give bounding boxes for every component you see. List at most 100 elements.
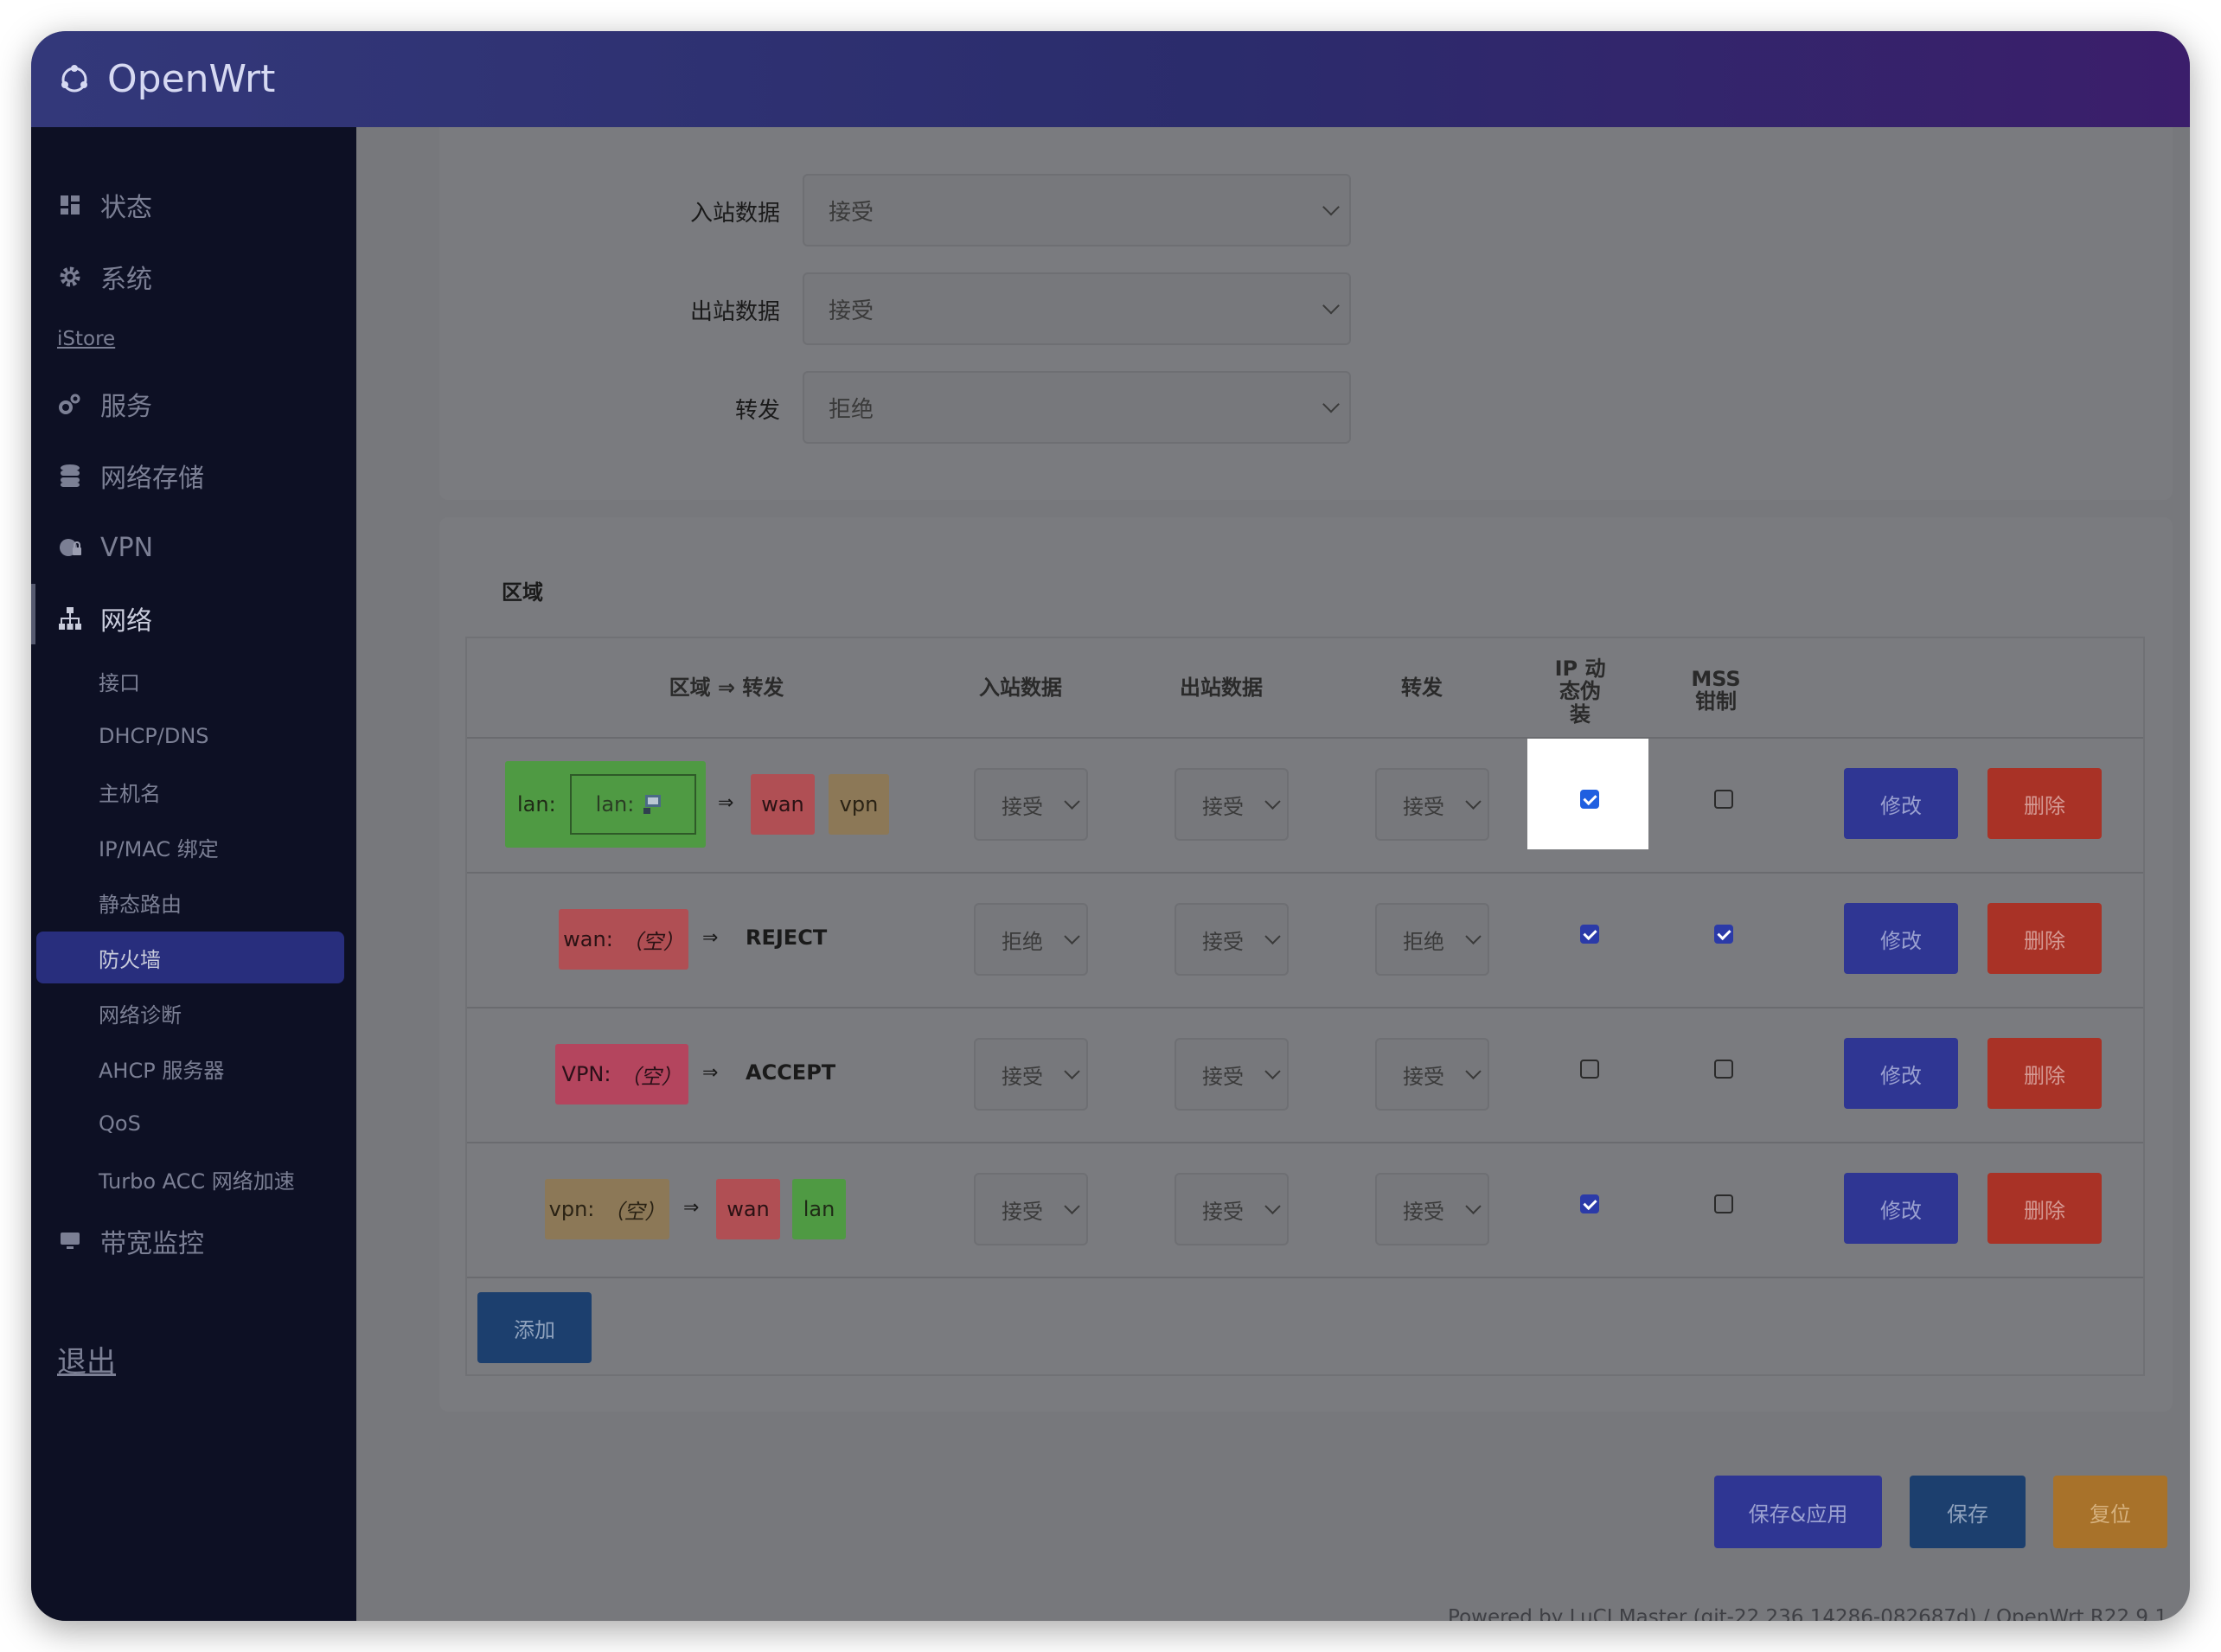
default-output-select[interactable]: 接受 — [803, 272, 1351, 345]
dashboard-icon — [57, 192, 83, 218]
add-zone-button[interactable]: 添加 — [477, 1292, 592, 1363]
mss-clamp-checkbox[interactable] — [1714, 1194, 1733, 1213]
edit-button[interactable]: 修改 — [1844, 903, 1958, 974]
sidebar-item-bandwidth[interactable]: 带宽监控 — [57, 1215, 204, 1267]
sidebar-subitem-hostnames[interactable]: 主机名 — [99, 765, 161, 817]
chevron-down-icon — [1465, 928, 1482, 944]
sidebar-item-label: 带宽监控 — [100, 1229, 204, 1259]
zone-forward-select[interactable]: 接受 — [1375, 1038, 1489, 1111]
ethernet-icon — [643, 795, 662, 814]
col-header-masquerade: IP 动态伪装 — [1554, 656, 1606, 727]
masquerade-checkbox[interactable] — [1580, 1194, 1599, 1213]
masquerade-checkbox[interactable] — [1580, 1060, 1599, 1079]
sitemap-icon — [57, 605, 83, 631]
zone-output-select[interactable]: 接受 — [1175, 1173, 1289, 1245]
edit-button[interactable]: 修改 — [1844, 1038, 1958, 1109]
sidebar-item-vpn[interactable]: VPN — [57, 522, 153, 573]
sidebar-subitem-diagnostics[interactable]: 网络诊断 — [99, 987, 182, 1039]
zone-forward-select[interactable]: 接受 — [1375, 1173, 1489, 1245]
sidebar-item-label: VPN — [100, 532, 154, 563]
top-header: OpenWrt — [31, 31, 2190, 127]
chevron-down-icon — [1264, 928, 1281, 944]
col-header-forward: 转发 — [1401, 676, 1443, 700]
chevron-down-icon — [1465, 1063, 1482, 1079]
chevron-down-icon — [1264, 793, 1281, 810]
sidebar-item-network[interactable]: 网络 — [57, 592, 152, 644]
brand-title: OpenWrt — [107, 57, 276, 101]
masquerade-checkbox[interactable] — [1580, 925, 1599, 944]
sidebar-item-system[interactable]: 系统 — [57, 251, 152, 303]
sidebar-item-istore[interactable]: iStore — [57, 328, 115, 350]
sidebar: 状态 系统 iStore 服务 网络存储 VPN 网络 接口 DHCP/DNS … — [31, 127, 356, 1621]
zone-forward-select[interactable]: 拒绝 — [1375, 903, 1489, 976]
default-forward-select[interactable]: 拒绝 — [803, 371, 1351, 444]
zone-input-select[interactable]: 接受 — [974, 768, 1088, 841]
col-header-mss-clamp: MSS 钳制 — [1691, 667, 1741, 714]
edit-button[interactable]: 修改 — [1844, 768, 1958, 839]
database-icon — [57, 463, 83, 489]
zone-output-select[interactable]: 接受 — [1175, 1038, 1289, 1111]
sidebar-subitem-ahcp[interactable]: AHCP 服务器 — [99, 1042, 224, 1094]
divider — [467, 1007, 2143, 1008]
delete-button[interactable]: 删除 — [1987, 768, 2102, 839]
zone-badge-vpn: vpn: （空） — [545, 1179, 669, 1239]
delete-button[interactable]: 删除 — [1987, 1038, 2102, 1109]
reset-button[interactable]: 复位 — [2053, 1476, 2167, 1548]
zone-input-select[interactable]: 接受 — [974, 1173, 1088, 1245]
sidebar-subitem-ip-mac-binding[interactable]: IP/MAC 绑定 — [99, 821, 219, 873]
dest-badge-wan: wan — [716, 1179, 780, 1239]
sidebar-item-label: 网络存储 — [100, 464, 204, 494]
col-header-zone-forward: 区域 ⇒ 转发 — [669, 676, 784, 700]
edit-button[interactable]: 修改 — [1844, 1173, 1958, 1244]
sidebar-item-label: 状态 — [100, 193, 152, 223]
chevron-down-icon — [1264, 1198, 1281, 1214]
chevron-down-icon — [1322, 297, 1340, 315]
logout-link[interactable]: 退出 — [57, 1338, 116, 1380]
zone-forward-select[interactable]: 接受 — [1375, 768, 1489, 841]
zone-input-select[interactable]: 接受 — [974, 1038, 1088, 1111]
zone-output-select[interactable]: 接受 — [1175, 768, 1289, 841]
sidebar-subitem-firewall[interactable]: 防火墙 — [36, 932, 344, 983]
zone-input-select[interactable]: 拒绝 — [974, 903, 1088, 976]
sidebar-subitem-turbo-acc[interactable]: Turbo ACC 网络加速 — [99, 1153, 295, 1205]
brand[interactable]: OpenWrt — [57, 31, 275, 127]
default-input-select[interactable]: 接受 — [803, 174, 1351, 247]
zone-output-select[interactable]: 接受 — [1175, 903, 1289, 976]
delete-button[interactable]: 删除 — [1987, 903, 2102, 974]
forward-arrow: ⇒ — [683, 1197, 700, 1219]
save-button[interactable]: 保存 — [1910, 1476, 2026, 1548]
forward-arrow: ⇒ — [702, 927, 719, 949]
chevron-down-icon — [1322, 198, 1340, 216]
mss-clamp-checkbox[interactable] — [1714, 1060, 1733, 1079]
mss-clamp-checkbox[interactable] — [1714, 925, 1733, 944]
forward-arrow: ⇒ — [718, 792, 734, 814]
zone-badge-lan: lan: lan: — [505, 761, 706, 848]
forward-arrow: ⇒ — [702, 1062, 719, 1084]
gears-icon — [57, 391, 83, 417]
sidebar-subitem-qos[interactable]: QoS — [99, 1098, 141, 1149]
mss-clamp-checkbox[interactable] — [1714, 790, 1733, 809]
zones-section-title: 区域 — [502, 580, 543, 605]
zone-badge-wan: wan: （空） — [559, 909, 688, 970]
active-indicator — [31, 584, 35, 644]
network-badge: lan: — [569, 774, 696, 835]
col-header-input: 入站数据 — [979, 676, 1062, 700]
gear-icon — [57, 264, 83, 290]
sidebar-item-status[interactable]: 状态 — [57, 179, 152, 231]
save-apply-button[interactable]: 保存&应用 — [1714, 1476, 1882, 1548]
masquerade-checkbox[interactable] — [1580, 790, 1599, 809]
chevron-down-icon — [1064, 793, 1080, 810]
delete-button[interactable]: 删除 — [1987, 1173, 2102, 1244]
sidebar-item-storage[interactable]: 网络存储 — [57, 450, 204, 502]
sidebar-subitem-dhcp-dns[interactable]: DHCP/DNS — [99, 710, 209, 762]
sidebar-item-label: 系统 — [100, 265, 152, 295]
divider — [467, 737, 2143, 739]
sidebar-subitem-interfaces[interactable]: 接口 — [99, 655, 140, 707]
sidebar-item-services[interactable]: 服务 — [57, 378, 152, 430]
chevron-down-icon — [1264, 1063, 1281, 1079]
browser-window: OpenWrt 状态 系统 iStore 服务 网络存储 VPN 网络 接口 D… — [31, 31, 2190, 1621]
zone-badge-VPN: VPN: （空） — [555, 1044, 688, 1105]
sidebar-item-label: 网络 — [100, 606, 152, 637]
sidebar-subitem-static-routes[interactable]: 静态路由 — [99, 876, 182, 928]
output-label: 出站数据 — [689, 299, 780, 325]
